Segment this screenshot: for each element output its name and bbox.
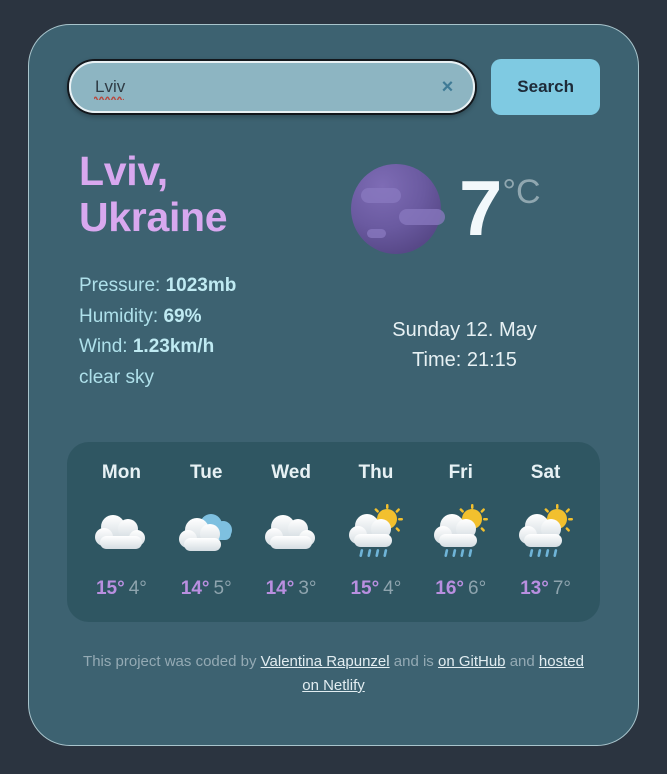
forecast-icon-slot	[418, 502, 503, 564]
clear-search-button[interactable]: ×	[438, 75, 458, 99]
forecast-day-label: Wed	[271, 461, 311, 483]
datetime-block: Sunday 12. May Time: 21:15	[347, 315, 600, 375]
search-input[interactable]	[67, 59, 478, 115]
forecast-temps: 15° 4°	[79, 578, 164, 600]
condition-humidity-label: Humidity:	[79, 305, 159, 327]
condition-wind-value: 1.23km/h	[132, 336, 215, 358]
condition-humidity-value: 69%	[163, 305, 202, 327]
forecast-temp-max: 14°	[265, 577, 295, 599]
forecast-day-label: Thu	[358, 461, 394, 483]
condition-pressure-value: 1023mb	[165, 274, 237, 296]
footer-text-3: and	[505, 652, 539, 670]
current-date: Sunday 12. May	[392, 319, 537, 341]
moon-clear-night-icon	[351, 164, 445, 254]
forecast-temp-max: 13°	[520, 577, 549, 599]
forecast-temp-min: 3°	[298, 577, 317, 599]
current-weather-right: 7 °C Sunday 12. May Time: 21:15	[347, 149, 600, 394]
current-weather-left: Lviv, Ukraine Pressure: 1023mb Humidity:…	[67, 148, 347, 394]
forecast-temps: 14° 5°	[164, 578, 249, 600]
forecast-temp-min: 5°	[213, 577, 232, 599]
weather-description: clear sky	[79, 367, 154, 389]
search-row: × Search	[67, 59, 600, 115]
forecast-day-label: Fri	[448, 461, 473, 483]
forecast-day-wed[interactable]: Wed 14° 3°	[249, 462, 334, 600]
current-weather-section: Lviv, Ukraine Pressure: 1023mb Humidity:…	[67, 148, 600, 394]
forecast-day-sat[interactable]: Sat 13° 7°	[503, 462, 588, 600]
forecast-temp-max: 16°	[435, 577, 464, 599]
temperature-row: 7 °C	[347, 149, 600, 259]
search-field-wrapper: ×	[67, 59, 478, 115]
forecast-temp-max: 14°	[180, 577, 210, 599]
forecast-temps: 14° 3°	[249, 578, 334, 600]
current-time: Time: 21:15	[412, 349, 517, 371]
condition-pressure-label: Pressure:	[79, 274, 161, 296]
forecast-temp-min: 7°	[552, 577, 571, 599]
condition-wind-label: Wind:	[79, 336, 128, 358]
forecast-temps: 15° 4°	[333, 578, 418, 600]
forecast-temps: 16° 6°	[418, 578, 503, 600]
forecast-temp-min: 4°	[383, 577, 402, 599]
cloud-icon	[95, 514, 146, 549]
footer-text-2: and is	[389, 652, 438, 670]
search-button[interactable]: Search	[491, 59, 600, 115]
cloud-icon	[265, 514, 316, 549]
forecast-temp-max: 15°	[350, 577, 380, 599]
city-name: Lviv, Ukraine	[67, 148, 267, 241]
sun-cloud-rain-icon	[433, 503, 488, 557]
temperature-block: 7 °C	[459, 164, 541, 253]
forecast-icon-slot	[249, 502, 334, 564]
forecast-panel: Mon 15° 4° Tue 14° 5° Wed 14° 3° Thu 15°…	[67, 441, 600, 622]
forecast-day-tue[interactable]: Tue 14° 5°	[164, 462, 249, 600]
forecast-day-thu[interactable]: Thu 15° 4°	[333, 462, 418, 600]
weather-app-card: × Search Lviv, Ukraine Pressure: 1023mb …	[28, 24, 639, 746]
temperature-unit: °C	[502, 173, 541, 212]
forecast-temp-max: 15°	[95, 577, 125, 599]
forecast-icon-slot	[164, 502, 249, 564]
forecast-day-label: Mon	[101, 461, 141, 483]
forecast-day-fri[interactable]: Fri 16° 6°	[418, 462, 503, 600]
sun-cloud-rain-icon	[348, 503, 403, 557]
forecast-icon-slot	[333, 502, 418, 564]
city-name-line2: Ukraine	[79, 193, 228, 240]
footer: This project was coded by Valentina Rapu…	[67, 650, 600, 698]
forecast-day-label: Sat	[530, 461, 561, 483]
forecast-temps: 13° 7°	[503, 578, 588, 600]
temperature-value: 7	[459, 164, 503, 253]
condition-wind: Wind: 1.23km/h	[79, 332, 347, 363]
forecast-icon-slot	[79, 502, 164, 564]
broken-clouds-icon	[179, 513, 233, 551]
sun-cloud-rain-icon	[518, 503, 573, 557]
conditions-list: Pressure: 1023mb Humidity: 69% Wind: 1.2…	[67, 271, 347, 394]
city-name-line1: Lviv,	[79, 148, 168, 194]
footer-link-github[interactable]: on GitHub	[438, 653, 506, 670]
forecast-temp-min: 6°	[468, 577, 487, 599]
condition-humidity: Humidity: 69%	[79, 302, 347, 333]
forecast-icon-slot	[503, 502, 588, 564]
forecast-day-label: Tue	[190, 461, 223, 483]
condition-pressure: Pressure: 1023mb	[79, 271, 347, 302]
footer-text-1: This project was coded by	[83, 652, 261, 670]
footer-link-author[interactable]: Valentina Rapunzel	[261, 653, 390, 670]
forecast-day-mon[interactable]: Mon 15° 4°	[79, 462, 164, 600]
forecast-temp-min: 4°	[128, 577, 147, 599]
